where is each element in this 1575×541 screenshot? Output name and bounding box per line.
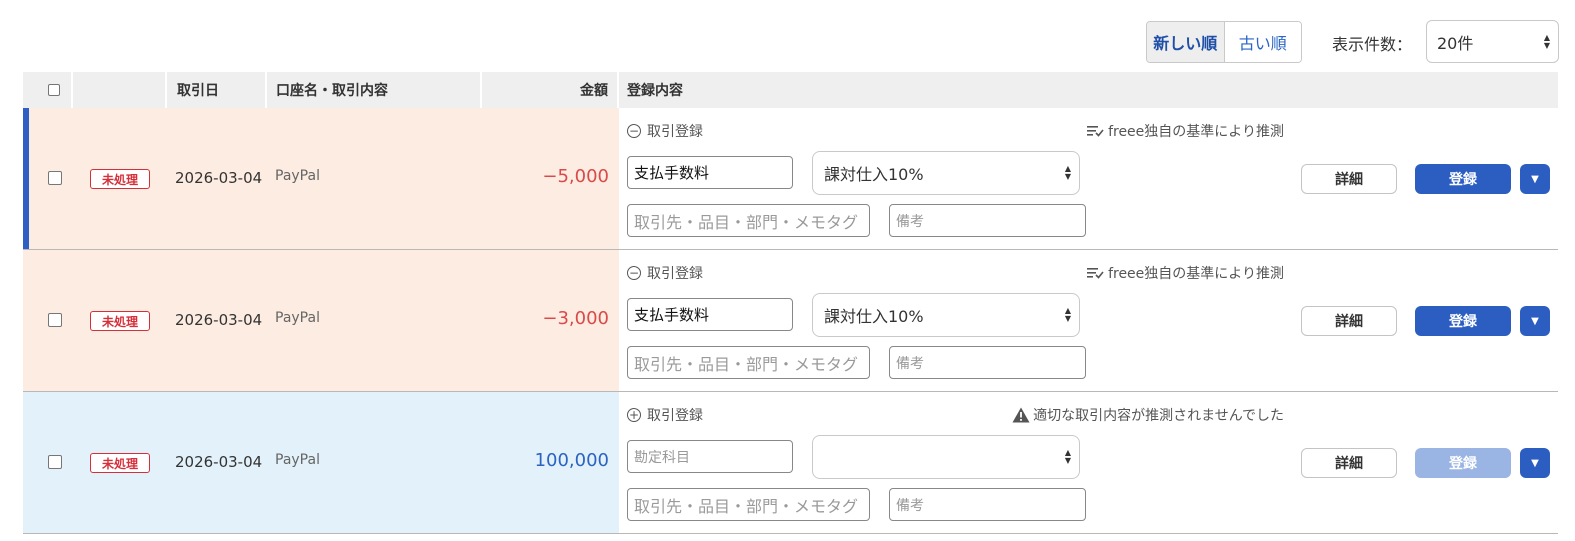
- guess-hint: freee独自の基準により推測: [1087, 121, 1284, 141]
- registration-toggle[interactable]: − 取引登録: [627, 121, 703, 141]
- tags-input[interactable]: 取引先・品目・部門・メモタグ: [627, 346, 870, 379]
- row-account: PayPal: [275, 310, 320, 326]
- registration-toggle-label: 取引登録: [647, 266, 703, 282]
- tax-select[interactable]: ▲ ▼: [812, 435, 1080, 479]
- table-row: 未処理 2026-03-04 PayPal −3,000 − 取引登録 free…: [23, 250, 1558, 392]
- row-checkbox[interactable]: [48, 313, 62, 327]
- memo-input[interactable]: 備考: [889, 204, 1086, 237]
- table-row: 未処理 2026-03-04 PayPal −5,000 − 取引登録 free…: [23, 108, 1558, 250]
- registration-toggle[interactable]: + 取引登録: [627, 405, 703, 425]
- register-menu-button[interactable]: ▼: [1520, 164, 1550, 194]
- select-arrows-icon: ▲ ▼: [1064, 164, 1071, 181]
- row-amount: −3,000: [542, 308, 609, 329]
- guess-hint: 適切な取引内容が推測されませんでした: [1012, 405, 1284, 425]
- registration-toggle[interactable]: − 取引登録: [627, 263, 703, 283]
- account-item-input[interactable]: 勘定科目: [627, 440, 793, 473]
- header-registration: 登録内容: [627, 83, 683, 99]
- register-menu-button[interactable]: ▼: [1520, 306, 1550, 336]
- row-date: 2026-03-04: [175, 311, 263, 329]
- status-badge: 未処理: [90, 311, 150, 331]
- tax-select[interactable]: 課対仕入10% ▲ ▼: [812, 151, 1080, 195]
- tax-select-value: 課対仕入10%: [824, 165, 924, 184]
- guess-hint-text: freee独自の基準により推測: [1108, 124, 1284, 140]
- sort-newest-button[interactable]: 新しい順: [1147, 22, 1225, 62]
- row-checkbox[interactable]: [48, 171, 62, 185]
- header-divider: [165, 72, 167, 108]
- memo-input[interactable]: 備考: [889, 346, 1086, 379]
- header-date[interactable]: 取引日: [177, 72, 219, 108]
- guess-hint-text: freee独自の基準により推測: [1108, 266, 1284, 282]
- header-select-all: [48, 72, 60, 108]
- select-all-checkbox[interactable]: [48, 84, 60, 96]
- account-item-input[interactable]: 支払手数料: [627, 298, 793, 331]
- register-button: 登録: [1415, 448, 1511, 478]
- warning-triangle-icon: [1012, 407, 1030, 423]
- row-account: PayPal: [275, 168, 320, 184]
- register-button[interactable]: 登録: [1415, 306, 1511, 336]
- plus-circle-icon: +: [627, 408, 641, 422]
- row-amount: −5,000: [542, 166, 609, 187]
- header-account: 口座名・取引内容: [276, 83, 388, 99]
- registration-toggle-label: 取引登録: [647, 408, 703, 424]
- account-item-input[interactable]: 支払手数料: [627, 156, 793, 189]
- status-badge: 未処理: [90, 169, 150, 189]
- detail-button[interactable]: 詳細: [1301, 164, 1397, 194]
- caret-down-icon: ▼: [1531, 173, 1539, 185]
- active-row-indicator: [23, 108, 29, 249]
- minus-circle-icon: −: [627, 124, 641, 138]
- registration-toggle-label: 取引登録: [647, 124, 703, 140]
- register-button[interactable]: 登録: [1415, 164, 1511, 194]
- memo-input[interactable]: 備考: [889, 488, 1086, 521]
- table-row: 未処理 2026-03-04 PayPal 100,000 + 取引登録 適切な…: [23, 392, 1558, 534]
- caret-down-icon: ▼: [1531, 315, 1539, 327]
- tags-input[interactable]: 取引先・品目・部門・メモタグ: [627, 488, 870, 521]
- row-account: PayPal: [275, 452, 320, 468]
- detail-button[interactable]: 詳細: [1301, 448, 1397, 478]
- header-divider: [265, 72, 267, 108]
- tags-input[interactable]: 取引先・品目・部門・メモタグ: [627, 204, 870, 237]
- tax-select[interactable]: 課対仕入10% ▲ ▼: [812, 293, 1080, 337]
- table-header: 取引日 口座名・取引内容 金額 登録内容: [23, 72, 1558, 108]
- status-badge: 未処理: [90, 453, 150, 473]
- header-divider: [617, 72, 619, 108]
- sort-oldest-button[interactable]: 古い順: [1224, 22, 1301, 62]
- detail-button[interactable]: 詳細: [1301, 306, 1397, 336]
- select-arrows-icon: ▲ ▼: [1064, 448, 1071, 465]
- select-arrows-icon: ▲ ▼: [1543, 32, 1550, 50]
- row-date: 2026-03-04: [175, 169, 263, 187]
- caret-down-icon: ▼: [1531, 457, 1539, 469]
- select-arrows-icon: ▲ ▼: [1064, 306, 1071, 323]
- header-divider: [480, 72, 482, 108]
- header-amount[interactable]: 金額: [580, 72, 608, 108]
- minus-circle-icon: −: [627, 266, 641, 280]
- list-check-icon: [1087, 268, 1104, 279]
- guess-hint-text: 適切な取引内容が推測されませんでした: [1033, 408, 1284, 424]
- tax-select-value: 課対仕入10%: [824, 307, 924, 326]
- list-check-icon: [1087, 126, 1104, 137]
- header-divider: [71, 72, 73, 108]
- guess-hint: freee独自の基準により推測: [1087, 263, 1284, 283]
- row-date: 2026-03-04: [175, 453, 263, 471]
- page-size-label: 表示件数：: [1332, 35, 1413, 54]
- row-amount: 100,000: [534, 450, 609, 471]
- row-checkbox[interactable]: [48, 455, 62, 469]
- sort-toggle: 新しい順 古い順: [1146, 21, 1302, 63]
- page-size-select[interactable]: 20件 ▲ ▼: [1426, 20, 1559, 63]
- page-size-value: 20件: [1437, 33, 1474, 53]
- register-menu-button[interactable]: ▼: [1520, 448, 1550, 478]
